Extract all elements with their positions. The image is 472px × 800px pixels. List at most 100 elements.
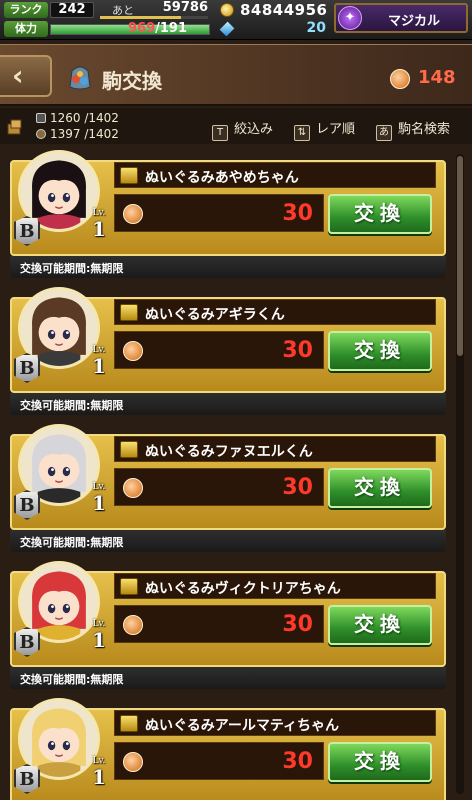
exchange-period: 交換可能期間:無期限 [20,673,124,686]
exchange-item-3: 交換可能期間:無期限 B Lv. 1 ぬいぐるみファヌエルくん 30 交換 [10,424,446,558]
collected-count: 1397 /1402 [50,127,119,141]
exchange-period: 交換可能期間:無期限 [20,262,124,275]
coin-count: 84844956 [240,1,328,19]
sort-button[interactable]: ⇅ レア順 [294,118,355,141]
cost-value: 30 [282,749,313,774]
character-name: ぬいぐるみヴィクトリアちゃん [145,581,341,597]
rank-display: ランク 242 [4,2,94,18]
level-indicator: Lv. 1 [90,619,108,651]
cost-value: 30 [282,612,313,637]
piece-icon [120,304,138,321]
stamina-current: 969 [128,21,156,36]
cost-value: 30 [282,338,313,363]
character-name: ぬいぐるみあやめちゃん [145,170,299,186]
filter-button[interactable]: T 絞込み [212,118,273,141]
owned-count: 1260 /1402 [50,111,119,125]
cost-display: 30 [114,194,324,232]
exchange-button[interactable]: 交換 [328,605,432,645]
level-value: 1 [92,628,106,652]
character-portrait [21,427,97,503]
piece-icon [120,441,138,458]
piece-type-icon [36,113,46,123]
ticket-icon [123,752,143,772]
page-title: 駒交換 [102,69,162,93]
exp-bar [100,16,208,19]
ticket-count: 148 [418,67,456,88]
rank-label: ランク [4,2,48,18]
name-plate: ぬいぐるみアギラくん [114,299,436,325]
exchange-period: 交換可能期間:無期限 [20,536,124,549]
cost-value: 30 [282,201,313,226]
piece-count-icon [7,119,22,135]
scrollbar[interactable] [456,154,464,794]
piece-icon [120,578,138,595]
back-arrow-icon: ‹ [12,59,24,92]
level-indicator: Lv. 1 [90,482,108,514]
ticket-icon [123,341,143,361]
gem-count: 20 [306,20,326,36]
exp-bar-fill [100,16,181,19]
status-bar: ランク 242 あと 59786 体力 969/191 84844956 20 … [0,0,472,40]
magical-label: マジカル [388,14,441,29]
name-plate: ぬいぐるみアールマティちゃん [114,710,436,736]
stamina-display: 体力 969/191 [4,21,210,37]
filter-icon: T [212,125,228,141]
magical-button[interactable]: ✦ マジカル [334,3,468,33]
exchange-period: 交換可能期間:無期限 [20,399,124,412]
sort-label: レア順 [316,122,356,137]
exchange-item-4: 交換可能期間:無期限 B Lv. 1 ぬいぐるみヴィクトリアちゃん 30 交換 [10,561,446,695]
level-indicator: Lv. 1 [90,756,108,788]
page-header: ‹ 駒交換 148 [0,44,472,106]
item-footer: 交換可能期間:無期限 [10,393,446,415]
filter-label: 絞込み [234,122,274,137]
level-value: 1 [92,217,106,241]
cost-display: 30 [114,468,324,506]
cost-display: 30 [114,605,324,643]
cost-display: 30 [114,331,324,369]
exchange-button[interactable]: 交換 [328,742,432,782]
exchange-list[interactable]: 交換可能期間:無期限 B Lv. 1 ぬいぐるみあやめちゃん 30 交換 交換可… [0,150,472,800]
level-value: 1 [92,765,106,789]
exchange-item-5: B Lv. 1 ぬいぐるみアールマティちゃん 30 交換 [10,698,446,800]
scrollbar-thumb[interactable] [457,156,463,356]
exchange-item-2: 交換可能期間:無期限 B Lv. 1 ぬいぐるみアギラくん 30 交換 [10,287,446,421]
rank-value: 242 [50,2,94,18]
search-label: 駒名検索 [398,122,451,137]
magical-icon: ✦ [338,6,362,30]
back-button[interactable]: ‹ [0,55,52,97]
name-search-button[interactable]: あ駒名検索 [376,118,450,141]
item-footer: 交換可能期間:無期限 [10,256,446,278]
gem-icon [219,21,235,37]
sort-icon: ⇅ [294,125,310,141]
piece-icon [120,715,138,732]
exchange-button[interactable]: 交換 [328,194,432,234]
search-icon: あ [376,125,392,141]
filter-bar: 1260 /1402 1397 /1402 T 絞込み ⇅ レア順 あ駒名検索 [0,108,472,144]
exchange-item-1: 交換可能期間:無期限 B Lv. 1 ぬいぐるみあやめちゃん 30 交換 [10,150,446,284]
ticket-icon [390,69,410,89]
character-name: ぬいぐるみファヌエルくん [145,444,313,460]
level-value: 1 [92,354,106,378]
level-indicator: Lv. 1 [90,208,108,240]
collected-count-row: 1397 /1402 [36,127,119,141]
character-portrait [21,153,97,229]
exchange-button[interactable]: 交換 [328,331,432,371]
level-indicator: Lv. 1 [90,345,108,377]
name-plate: ぬいぐるみファヌエルくん [114,436,436,462]
piece-icon [120,167,138,184]
exchange-button[interactable]: 交換 [328,468,432,508]
character-portrait [21,290,97,366]
stamina-max: /191 [155,21,188,36]
ticket-icon [123,478,143,498]
cost-value: 30 [282,475,313,500]
item-footer: 交換可能期間:無期限 [10,667,446,689]
character-portrait [21,564,97,640]
stamina-text: 969/191 [128,21,187,36]
item-footer: 交換可能期間:無期限 [10,530,446,552]
name-plate: ぬいぐるみヴィクトリアちゃん [114,573,436,599]
ticket-icon [123,615,143,635]
owned-count-row: 1260 /1402 [36,111,119,125]
coin-icon [220,3,234,17]
character-portrait [21,701,97,777]
level-value: 1 [92,491,106,515]
